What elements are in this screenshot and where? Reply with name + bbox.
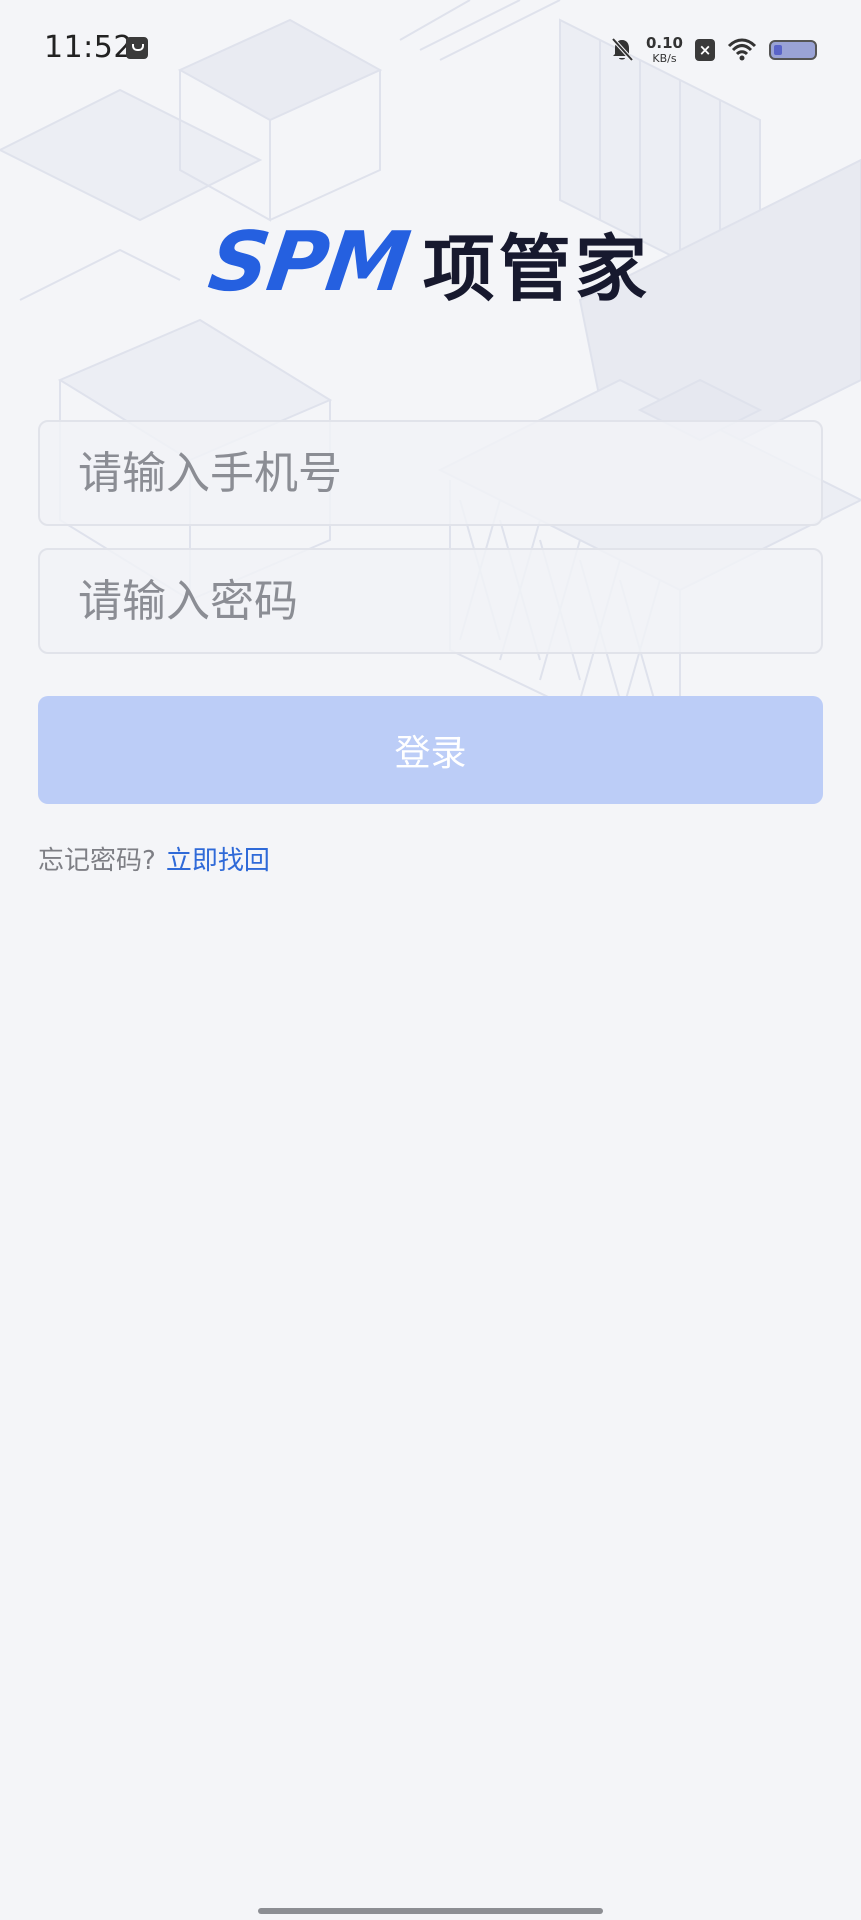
home-indicator[interactable]: [258, 1908, 603, 1914]
app-notification-icon: [126, 37, 148, 59]
battery-level: [774, 45, 782, 55]
battery-icon: [769, 40, 817, 60]
phone-field: [38, 420, 823, 526]
password-input[interactable]: [40, 550, 821, 652]
status-time: 11:52: [44, 30, 133, 65]
forgot-password-row: 忘记密码? 立即找回: [38, 840, 270, 877]
recover-password-link[interactable]: 立即找回: [166, 846, 270, 876]
network-speed: 0.10 KB/s: [645, 34, 683, 65]
status-icons: 0.10 KB/s ×: [610, 32, 817, 68]
bell-muted-icon: [611, 37, 634, 62]
password-field: [38, 548, 823, 654]
logo-text-cn: 项管家: [422, 227, 651, 311]
phone-input[interactable]: [40, 422, 821, 524]
network-speed-unit: KB/s: [652, 52, 677, 65]
app-logo: SPM 项管家: [0, 210, 861, 315]
login-button[interactable]: 登录: [38, 696, 823, 804]
logo-text-en: SPM: [203, 215, 415, 310]
network-speed-value: 0.10: [645, 34, 683, 52]
forgot-password-text: 忘记密码?: [38, 846, 156, 876]
wifi-icon: [727, 38, 757, 61]
no-sim-icon: ×: [695, 39, 715, 61]
status-bar: 11:52 0.10 KB/s ×: [0, 0, 861, 100]
